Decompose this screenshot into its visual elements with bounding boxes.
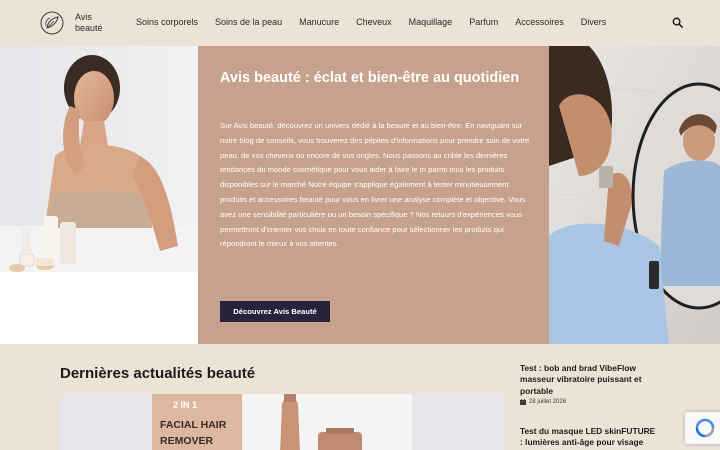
- recaptcha-icon: [695, 418, 715, 438]
- side-post-1[interactable]: Test : bob and brad VibeFlow masseur vib…: [520, 363, 660, 406]
- nav-soins-de-la-peau[interactable]: Soins de la peau: [215, 17, 282, 28]
- search-icon[interactable]: [672, 17, 683, 28]
- hero-text-panel: Avis beauté : éclat et bien-être au quot…: [198, 46, 549, 344]
- nav-parfum[interactable]: Parfum: [469, 17, 498, 28]
- side-post-date-text: 28 juillet 2026: [529, 399, 567, 406]
- nav-soins-corporels[interactable]: Soins corporels: [136, 17, 198, 28]
- main-nav: Soins corporels Soins de la peau Manucur…: [136, 17, 623, 28]
- hero-section: Avis beauté : éclat et bien-être au quot…: [0, 46, 720, 344]
- featured-article-image[interactable]: 2 IN 1 FACIAL HAIR REMOVER: [60, 394, 505, 450]
- side-post-title[interactable]: Test : bob and brad VibeFlow masseur vib…: [520, 363, 660, 397]
- side-post-date: 28 juillet 2026: [520, 399, 660, 406]
- nav-manucure[interactable]: Manucure: [299, 17, 339, 28]
- nav-maquillage[interactable]: Maquillage: [409, 17, 453, 28]
- site-header: Avis beauté Soins corporels Soins de la …: [0, 0, 720, 46]
- side-post-2[interactable]: Test du masque LED skinFUTURE : lumières…: [520, 426, 660, 449]
- discover-button[interactable]: Découvrez Avis Beauté: [220, 301, 330, 322]
- hero-man-mirror-image: [549, 46, 720, 344]
- side-post-title[interactable]: Test du masque LED skinFUTURE : lumières…: [520, 426, 660, 449]
- site-logo[interactable]: Avis beauté: [40, 11, 115, 35]
- hero-woman-skincare-image: [0, 46, 198, 272]
- recaptcha-badge[interactable]: [685, 412, 720, 444]
- calendar-icon: [520, 399, 526, 406]
- section-title: Dernières actualités beauté: [60, 365, 256, 382]
- image-text-3: REMOVER: [160, 435, 214, 447]
- logo-text: Avis beauté: [75, 12, 103, 33]
- hero-title: Avis beauté : éclat et bien-être au quot…: [220, 70, 520, 86]
- nav-divers[interactable]: Divers: [581, 17, 607, 28]
- hero-description: Sur Avis beauté, découvrez un univers dé…: [220, 121, 530, 249]
- nav-accessoires[interactable]: Accessoires: [515, 17, 564, 28]
- leaf-logo-icon: [40, 11, 64, 35]
- nav-cheveux[interactable]: Cheveux: [356, 17, 392, 28]
- image-text-2: FACIAL HAIR: [160, 419, 227, 431]
- image-text-1: 2 IN 1: [173, 400, 197, 410]
